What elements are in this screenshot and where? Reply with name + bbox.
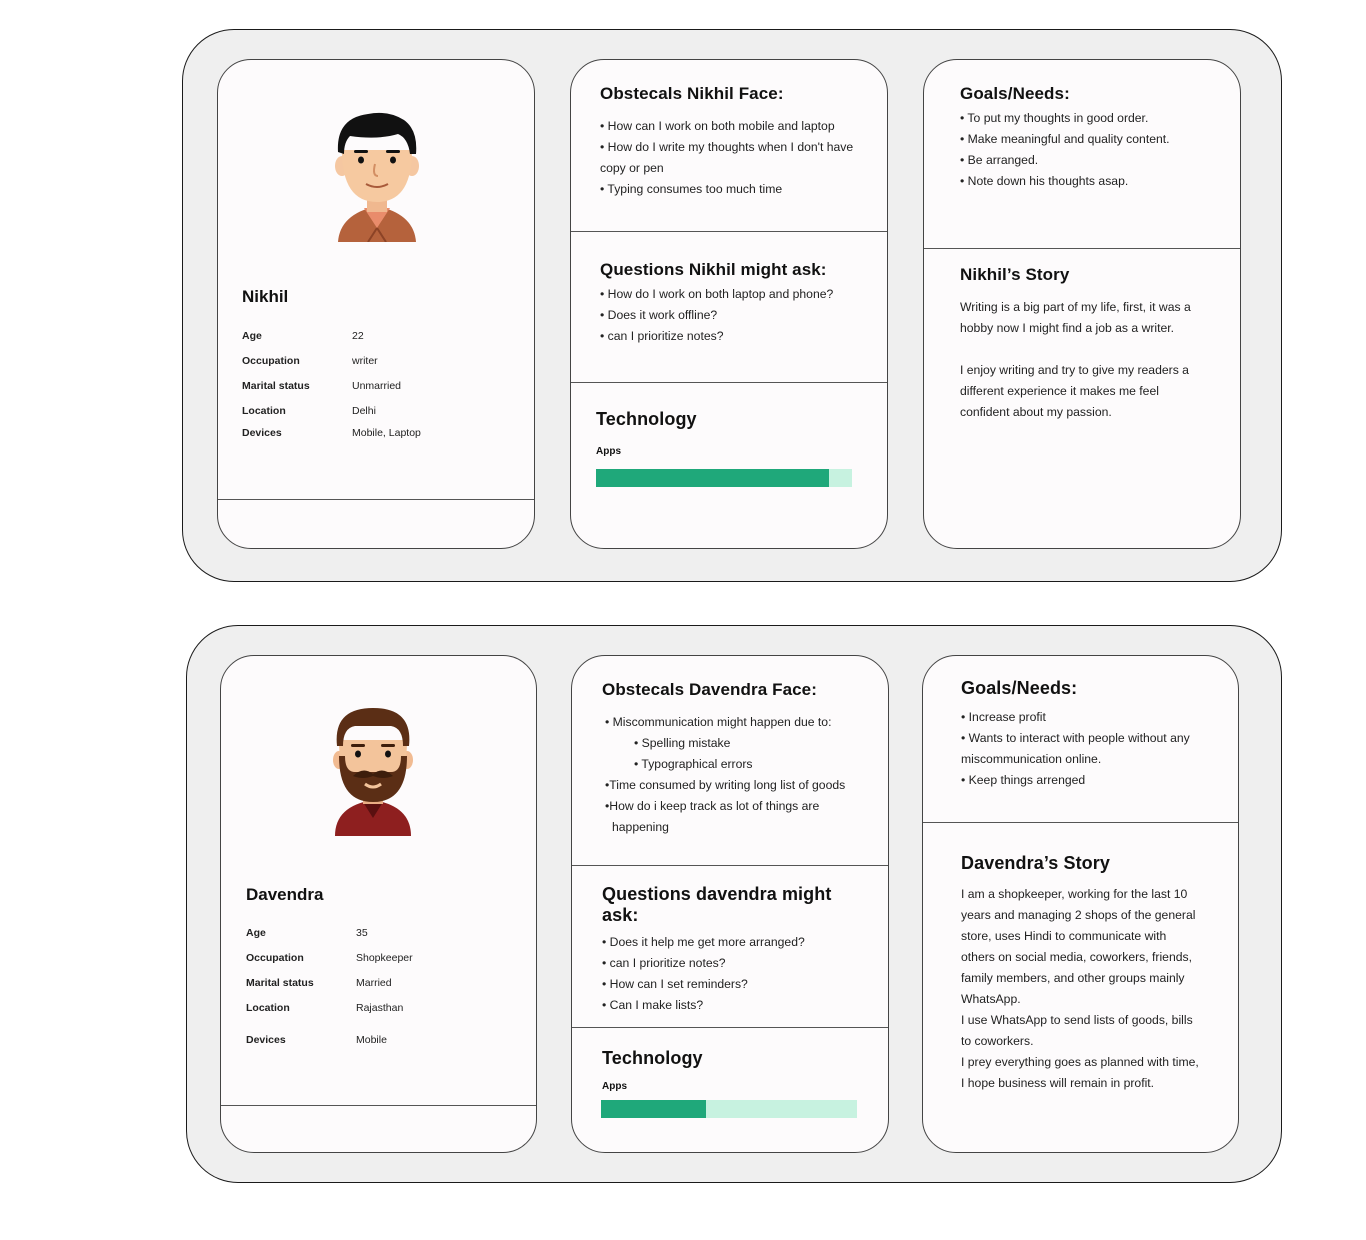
list-item: miscommunication online. <box>961 752 1102 766</box>
list-item: • can I prioritize notes? <box>602 956 726 970</box>
list-item: •How do i keep track as lot of things ar… <box>605 799 820 813</box>
list-item: • Miscommunication might happen due to: <box>605 715 832 729</box>
questions-section: Questions Nikhil might ask: • How do I w… <box>571 231 887 382</box>
persona-panel-davendra: Davendra Age 35 Occupation Shopkeeper Mari… <box>186 625 1282 1183</box>
list-item: • How can I set reminders? <box>602 977 748 991</box>
list-item: • To put my thoughts in good order. <box>960 111 1149 125</box>
bearded-man-avatar-icon <box>333 708 413 836</box>
apps-usage-fill <box>601 1100 706 1118</box>
apps-usage-bar <box>601 1100 857 1118</box>
list-item: • Be arranged. <box>960 153 1039 167</box>
technology-title: Technology <box>602 1048 703 1068</box>
apps-label: Apps <box>596 446 621 457</box>
persona-name: Nikhil <box>242 287 289 306</box>
profile-card: Nikhil Age 22 Occupation writer Marital st… <box>217 59 535 549</box>
list-item: • Increase profit <box>961 710 1046 724</box>
list-item: • How can I work on both mobile and lapt… <box>600 119 835 133</box>
list-item: • Does it work offline? <box>600 308 718 322</box>
apps-usage-bar <box>596 469 852 487</box>
male-avatar-icon <box>335 112 419 242</box>
goals-section: Goals/Needs: • To put my thoughts in goo… <box>924 60 1240 248</box>
persona-name: Davendra <box>246 885 324 904</box>
goals-title: Goals/Needs: <box>961 678 1078 698</box>
apps-label: Apps <box>602 1081 627 1092</box>
obstacles-questions-tech-card: Obstecals Davendra Face: • Miscommunicat… <box>571 655 889 1153</box>
apps-usage-fill <box>596 469 829 487</box>
persona-panel-nikhil: Nikhil Age 22 Occupation writer Marital st… <box>182 29 1282 582</box>
goals-story-card: Goals/Needs: • To put my thoughts in goo… <box>923 59 1241 549</box>
list-item: • can I prioritize notes? <box>600 329 724 343</box>
technology-section: Technology Apps <box>571 382 887 548</box>
list-item: • Typographical errors <box>634 757 753 771</box>
list-item: copy or pen <box>600 161 664 175</box>
story-paragraph: I am a shopkeeper, working for the last … <box>961 887 1196 1006</box>
story-paragraph: I prey everything goes as planned with t… <box>961 1055 1199 1090</box>
story-section: Davendra’s Story I am a shopkeeper, work… <box>923 822 1238 1152</box>
story-paragraph: I enjoy writing and try to give my reade… <box>960 363 1189 419</box>
questions-section: Questions davendra might ask: • Does it … <box>572 865 888 1027</box>
technology-section: Technology Apps <box>572 1027 888 1152</box>
story-paragraph: Writing is a big part of my life, first,… <box>960 300 1191 335</box>
goals-section: Goals/Needs: • Increase profit • Wants t… <box>923 656 1238 822</box>
story-section: Nikhil’s Story Writing is a big part of … <box>924 248 1240 548</box>
questions-title: Questions Nikhil might ask: <box>600 260 827 279</box>
list-item: happening <box>612 820 669 834</box>
goals-story-card: Goals/Needs: • Increase profit • Wants t… <box>922 655 1239 1153</box>
card-footer <box>221 1105 536 1152</box>
questions-title: Questions davendra might ask: <box>602 884 832 925</box>
list-item: • Spelling mistake <box>634 736 731 750</box>
goals-title: Goals/Needs: <box>960 84 1070 103</box>
technology-title: Technology <box>596 409 697 429</box>
list-item: • How do I work on both laptop and phone… <box>600 287 834 301</box>
persona-info: Age 22 Occupation writer Marital status Unm… <box>242 330 421 439</box>
obstacles-title: Obstecals Davendra Face: <box>602 680 817 699</box>
obstacles-title: Obstecals Nikhil Face: <box>600 84 784 103</box>
list-item: •Time consumed by writing long list of g… <box>605 778 846 792</box>
story-title: Davendra’s Story <box>961 853 1110 873</box>
list-item: • Typing consumes too much time <box>600 182 783 196</box>
list-item: • Can I make lists? <box>602 998 704 1012</box>
profile-card: Davendra Age 35 Occupation Shopkeeper Mari… <box>220 655 537 1153</box>
persona-info: Age 35 Occupation Shopkeeper Marital statu… <box>246 927 413 1046</box>
story-paragraph: I use WhatsApp to send lists of goods, b… <box>961 1013 1193 1048</box>
story-title: Nikhil’s Story <box>960 265 1070 284</box>
list-item: • Keep things arrenged <box>961 773 1086 787</box>
list-item: • Make meaningful and quality content. <box>960 132 1170 146</box>
obstacles-section: Obstecals Davendra Face: • Miscommunicat… <box>572 656 888 865</box>
list-item: • Wants to interact with people without … <box>961 731 1190 745</box>
card-footer <box>218 499 534 548</box>
obstacles-questions-tech-card: Obstecals Nikhil Face: • How can I work … <box>570 59 888 549</box>
obstacles-section: Obstecals Nikhil Face: • How can I work … <box>571 60 887 231</box>
list-item: • Note down his thoughts asap. <box>960 174 1129 188</box>
list-item: • Does it help me get more arranged? <box>602 935 805 949</box>
list-item: • How do I write my thoughts when I don'… <box>600 140 854 154</box>
